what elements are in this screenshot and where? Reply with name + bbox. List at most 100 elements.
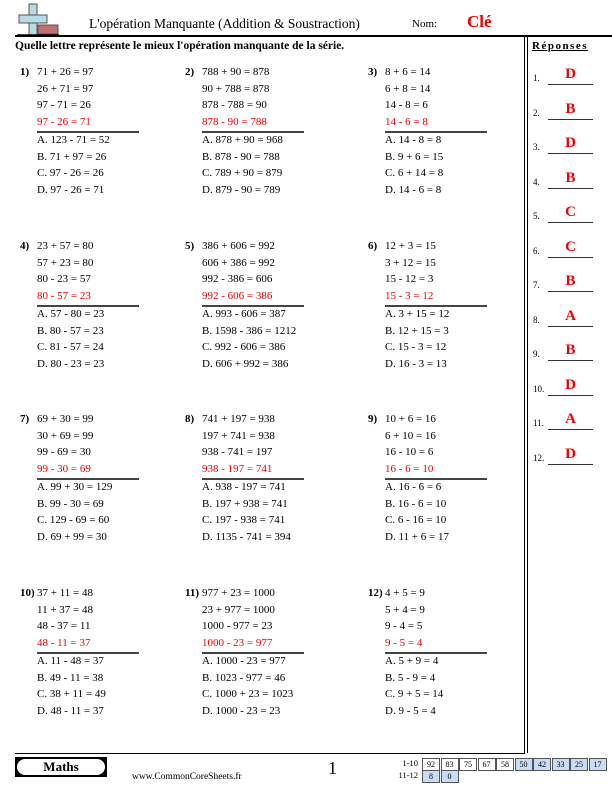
given-equation: 938 - 741 = 197 bbox=[202, 446, 273, 458]
missing-equation: 48 - 11 = 37 bbox=[37, 636, 91, 649]
answer-letter: A bbox=[565, 411, 576, 427]
given-equation: 788 + 90 = 878 bbox=[202, 66, 270, 78]
answer-blank bbox=[548, 291, 593, 292]
missing-equation: 16 - 6 = 10 bbox=[385, 462, 434, 475]
given-equation: 197 + 741 = 938 bbox=[202, 429, 275, 442]
missing-equation: 9 - 5 = 4 bbox=[385, 636, 423, 649]
answer-option: D. 606 + 992 = 386 bbox=[202, 357, 289, 370]
answer-option: D. 80 - 23 = 23 bbox=[37, 357, 105, 370]
answer-option: B. 197 + 938 = 741 bbox=[202, 497, 288, 510]
given-equation: 48 - 37 = 11 bbox=[37, 620, 91, 632]
answer-letter: D bbox=[565, 66, 576, 82]
given-equation: 5 + 4 = 9 bbox=[385, 603, 425, 616]
answer-option: A. 938 - 197 = 741 bbox=[202, 481, 286, 493]
problem-12: 12) 4 + 5 = 9 5 + 4 = 9 9 - 4 = 5 9 - 5 = 4 A… bbox=[368, 585, 518, 735]
given-equation: 1000 - 977 = 23 bbox=[202, 620, 273, 632]
given-equation: 8 + 6 = 14 bbox=[385, 66, 431, 78]
answer-number: 7. bbox=[533, 280, 540, 290]
answer-option: B. 1023 - 977 = 46 bbox=[202, 671, 286, 684]
answer-blank bbox=[548, 256, 593, 258]
problem-6: 6) 12 + 3 = 15 3 + 12 = 15 15 - 12 = 3 15 - … bbox=[368, 238, 518, 388]
answer-row: 3. D bbox=[533, 134, 609, 154]
answer-letter: B bbox=[565, 169, 576, 186]
given-equation: 6 + 8 = 14 bbox=[385, 82, 431, 95]
problem-number: 10) bbox=[20, 587, 35, 599]
answer-option: D. 16 - 3 = 13 bbox=[385, 357, 447, 370]
header-divider bbox=[15, 35, 612, 37]
given-equation: 69 + 30 = 99 bbox=[37, 413, 94, 425]
subject-badge: Maths bbox=[15, 757, 107, 777]
given-equation: 741 + 197 = 938 bbox=[202, 413, 275, 425]
answer-option: C. 6 + 14 = 8 bbox=[385, 167, 444, 179]
answer-option: B. 16 - 6 = 10 bbox=[385, 497, 447, 510]
answer-row: 10. D bbox=[533, 376, 609, 396]
problem-4: 4) 23 + 57 = 80 57 + 23 = 80 80 - 23 = 57 80… bbox=[20, 238, 170, 388]
answer-option: C. 9 + 5 = 14 bbox=[385, 688, 444, 700]
given-equation: 90 + 788 = 878 bbox=[202, 82, 270, 95]
answer-option: D. 1135 - 741 = 394 bbox=[202, 530, 291, 543]
answer-letter: B bbox=[565, 273, 576, 289]
answer-row: 5. C bbox=[533, 203, 609, 223]
given-equation: 3 + 12 = 15 bbox=[385, 256, 436, 269]
given-equation: 99 - 69 = 30 bbox=[37, 446, 91, 458]
answer-row: 1. D bbox=[533, 65, 609, 85]
problem-number: 11) bbox=[185, 587, 200, 599]
given-equation: 30 + 69 = 99 bbox=[37, 429, 94, 442]
given-equation: 23 + 977 = 1000 bbox=[202, 603, 275, 616]
problem-number: 12) bbox=[368, 587, 383, 599]
answer-option: A. 57 - 80 = 23 bbox=[37, 308, 105, 320]
answer-letter: A bbox=[565, 307, 576, 324]
answer-option: D. 14 - 6 = 8 bbox=[385, 183, 442, 196]
problem-2: 2) 788 + 90 = 878 90 + 788 = 878 878 - 788 … bbox=[185, 64, 335, 214]
score-row-label: 11-12 bbox=[398, 770, 418, 780]
given-equation: 10 + 6 = 16 bbox=[385, 413, 436, 425]
missing-equation: 99 - 30 = 69 bbox=[37, 462, 91, 475]
answer-blank bbox=[548, 118, 593, 120]
answer-option: D. 1000 - 23 = 23 bbox=[202, 704, 281, 717]
missing-equation: 992 - 606 = 386 bbox=[202, 289, 273, 302]
missing-equation: 1000 - 23 = 977 bbox=[202, 636, 273, 649]
instructions: Quelle lettre représente le mieux l'opér… bbox=[15, 40, 345, 52]
given-equation: 6 + 10 = 16 bbox=[385, 429, 436, 442]
answer-option: B. 49 - 11 = 38 bbox=[37, 671, 104, 684]
answer-number: 3. bbox=[533, 142, 540, 152]
answer-option: D. 48 - 11 = 37 bbox=[37, 704, 104, 717]
missing-equation: 878 - 90 = 788 bbox=[202, 115, 267, 128]
answer-option: A. 993 - 606 = 387 bbox=[202, 308, 286, 320]
answer-option: B. 12 + 15 = 3 bbox=[385, 324, 449, 337]
answer-row: 8. A bbox=[533, 307, 609, 327]
answer-option: D. 11 + 6 = 17 bbox=[385, 530, 449, 543]
answer-option: B. 9 + 6 = 15 bbox=[385, 150, 444, 163]
answer-letter: D bbox=[565, 376, 576, 393]
given-equation: 80 - 23 = 57 bbox=[37, 273, 91, 285]
given-equation: 977 + 23 = 1000 bbox=[202, 587, 275, 599]
answer-option: B. 80 - 57 = 23 bbox=[37, 324, 104, 337]
answer-blank bbox=[548, 394, 593, 396]
score-cell: 67 bbox=[477, 758, 496, 771]
answer-option: C. 129 - 69 = 60 bbox=[37, 514, 110, 526]
score-cell: 75 bbox=[459, 758, 477, 771]
problem-number: 9) bbox=[368, 413, 378, 425]
problem-number: 4) bbox=[20, 240, 30, 252]
answer-letter: B bbox=[565, 342, 576, 358]
score-cell: 58 bbox=[496, 758, 514, 771]
name-label: Nom: bbox=[412, 18, 438, 30]
answer-blank bbox=[548, 222, 593, 223]
problem-11: 11) 977 + 23 = 1000 23 + 977 = 1000 1000 - … bbox=[185, 585, 335, 735]
given-equation: 26 + 71 = 97 bbox=[37, 82, 94, 95]
problem-9: 9) 10 + 6 = 16 6 + 10 = 16 16 - 10 = 6 16 - … bbox=[368, 411, 518, 561]
given-equation: 386 + 606 = 992 bbox=[202, 240, 275, 252]
answer-row: 12. D bbox=[533, 445, 609, 465]
answer-row: 11. A bbox=[533, 410, 609, 430]
answer-option: B. 1598 - 386 = 1212 bbox=[202, 324, 297, 337]
given-equation: 71 + 26 = 97 bbox=[37, 66, 94, 78]
score-cell: 25 bbox=[570, 758, 588, 771]
score-cell: 0 bbox=[440, 770, 459, 783]
missing-equation: 80 - 57 = 23 bbox=[37, 289, 91, 302]
answer-option: A. 16 - 6 = 6 bbox=[385, 481, 442, 493]
answer-option: A. 14 - 8 = 8 bbox=[385, 134, 442, 146]
given-equation: 878 - 788 = 90 bbox=[202, 99, 267, 111]
answer-option: A. 878 + 90 = 968 bbox=[202, 134, 283, 146]
answer-letter: C bbox=[565, 238, 576, 255]
score-cell: 33 bbox=[551, 758, 570, 771]
